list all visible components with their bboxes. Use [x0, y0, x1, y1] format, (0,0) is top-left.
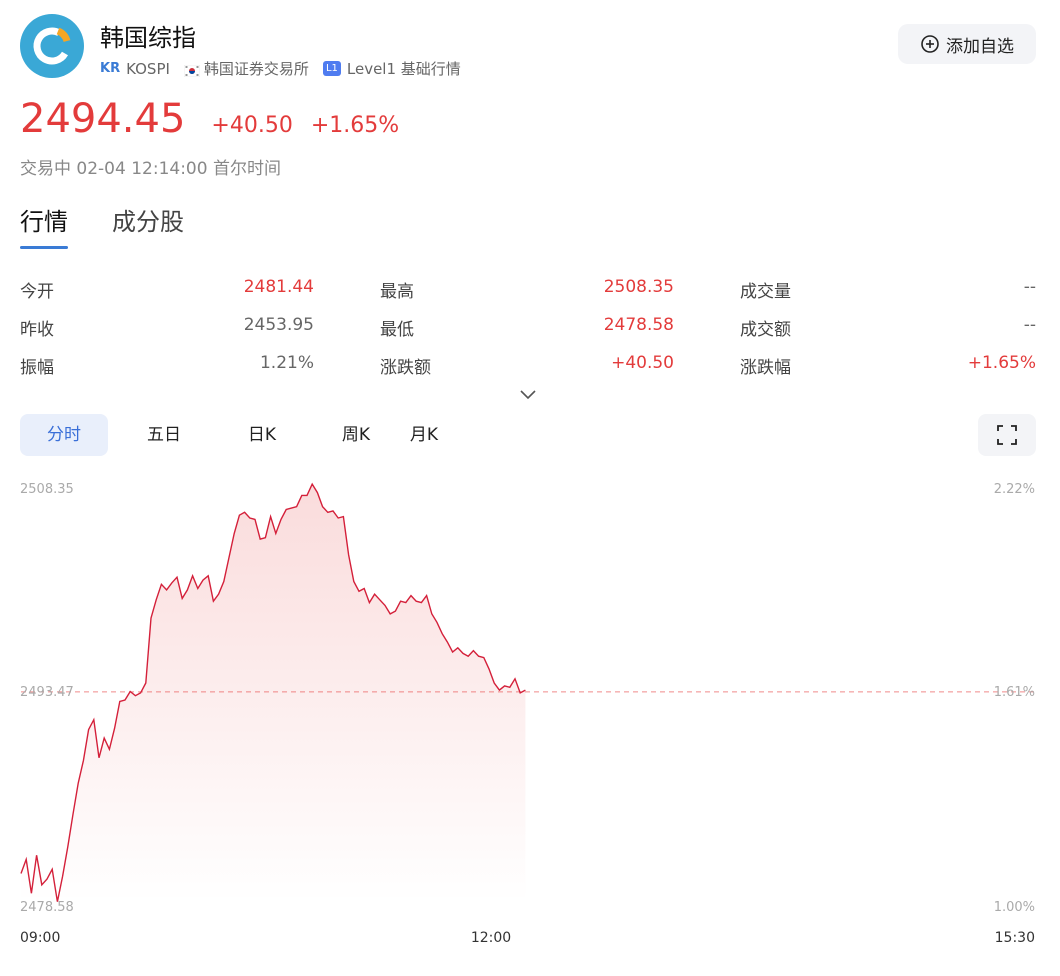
stat-turnover: 成交额 --	[740, 314, 1036, 340]
plus-circle-icon	[921, 35, 939, 53]
y-axis-top-label: 2508.35	[20, 482, 74, 497]
tab-constituents[interactable]: 成分股	[112, 202, 184, 249]
tab-monthly-k[interactable]: 月K	[404, 414, 444, 456]
stat-low: 最低 2478.58	[380, 314, 674, 340]
current-price: 2494.45	[20, 96, 186, 142]
tab-daily-k[interactable]: 日K	[242, 414, 282, 456]
korea-flag-icon	[183, 63, 201, 77]
stat-high: 最高 2508.35	[380, 276, 674, 302]
stats-row: 振幅 1.21% 涨跌额 +40.50 涨跌幅 +1.65%	[20, 346, 1036, 384]
stat-open: 今开 2481.44	[20, 276, 314, 302]
intraday-chart: 2508.35 2493.47 2478.58 2.22% 1.61% 1.00…	[0, 470, 1060, 950]
tab-five-day[interactable]: 五日	[140, 414, 188, 456]
stat-prev-close: 昨收 2453.95	[20, 314, 314, 340]
tab-quote[interactable]: 行情	[20, 202, 68, 249]
fullscreen-button[interactable]	[978, 414, 1036, 456]
stat-change-percent: 涨跌幅 +1.65%	[740, 352, 1036, 378]
stats-row: 昨收 2453.95 最低 2478.58 成交额 --	[20, 308, 1036, 346]
expand-stats-chevron-icon[interactable]	[518, 386, 538, 402]
exchange: 韩国证券交易所	[203, 60, 309, 78]
index-title: 韩国综指	[100, 24, 196, 52]
x-axis-mid-label: 12:00	[471, 930, 511, 946]
y-axis-bottom-label: 2478.58	[20, 900, 74, 915]
price-area	[21, 484, 526, 902]
tab-intraday[interactable]: 分时	[20, 414, 108, 456]
stat-amplitude: 振幅 1.21%	[20, 352, 314, 378]
price-change: +40.50	[211, 113, 293, 138]
price-row: 2494.45 +40.50 +1.65%	[20, 96, 399, 142]
y-axis-right-top-label: 2.22%	[994, 482, 1035, 497]
add-watchlist-label: 添加自选	[946, 36, 1014, 56]
index-meta: KR KOSPI 韩国证券交易所 L1 Level1 基础行情	[100, 58, 461, 79]
x-axis-end-label: 15:30	[995, 930, 1035, 946]
price-change-percent: +1.65%	[310, 113, 400, 138]
market-code: KR	[100, 61, 121, 76]
fullscreen-icon	[997, 425, 1017, 445]
add-watchlist-button[interactable]: 添加自选	[898, 24, 1036, 64]
y-axis-mid-label: 2493.47	[20, 685, 74, 700]
symbol: KOSPI	[126, 59, 170, 78]
chart-period-tabs: 分时 五日 日K 周K 月K	[20, 414, 1036, 456]
main-tabs: 行情 成分股	[20, 202, 228, 249]
tab-weekly-k[interactable]: 周K	[336, 414, 376, 456]
stats-grid: 今开 2481.44 最高 2508.35 成交量 -- 昨收 2453.95 最低 24…	[20, 270, 1036, 384]
y-axis-right-bottom-label: 1.00%	[994, 900, 1035, 915]
trading-status: 交易中 02-04 12:14:00 首尔时间	[20, 159, 281, 179]
x-axis-start-label: 09:00	[20, 930, 60, 946]
stats-row: 今开 2481.44 最高 2508.35 成交量 --	[20, 270, 1036, 308]
level-text: Level1 基础行情	[346, 60, 461, 78]
level-badge: L1	[322, 61, 341, 76]
header: 韩国综指 KR KOSPI 韩国证券交易所 L1 Level1 基础行情 添加自…	[20, 14, 1040, 84]
stat-change-amount: 涨跌额 +40.50	[380, 352, 674, 378]
stat-volume: 成交量 --	[740, 276, 1036, 302]
intraday-chart-svg: 2508.35 2493.47 2478.58 2.22% 1.61% 1.00…	[20, 482, 1035, 946]
kospi-logo	[20, 14, 84, 78]
y-axis-right-mid-label: 1.61%	[994, 685, 1035, 700]
